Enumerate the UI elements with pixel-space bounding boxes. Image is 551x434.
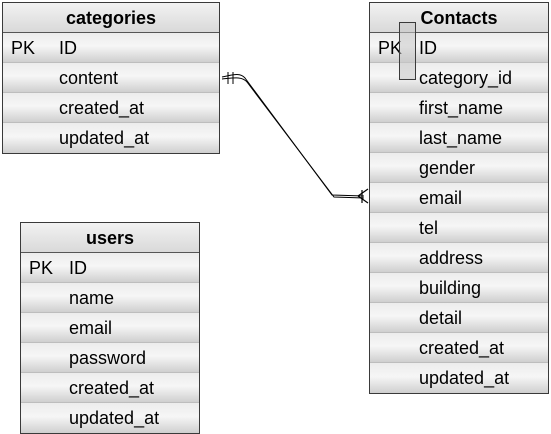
primary-key-label: PK [11, 38, 36, 58]
field-name: updated_at [69, 408, 160, 428]
table-row[interactable]: building [370, 273, 548, 303]
table-row[interactable]: address [370, 243, 548, 273]
field-name: name [69, 288, 115, 308]
field-name: ID [59, 38, 77, 58]
field-name: ID [69, 258, 87, 278]
table-row[interactable]: name [21, 283, 199, 313]
field-name: created_at [59, 98, 145, 118]
table-row[interactable]: tel [370, 213, 548, 243]
table-row[interactable]: email [370, 183, 548, 213]
table-title: Contacts [370, 3, 548, 33]
table-row[interactable]: PK ID [370, 33, 548, 63]
table-row[interactable]: created_at [3, 93, 219, 123]
field-name: created_at [69, 378, 155, 398]
field-name: ID [419, 38, 437, 58]
primary-key-label: PK [29, 258, 54, 278]
field-name: last_name [419, 128, 503, 148]
field-name: updated_at [59, 128, 150, 148]
field-name: first_name [419, 98, 504, 118]
field-name: created_at [419, 338, 505, 358]
field-name: email [69, 318, 113, 338]
selection-handle[interactable] [399, 22, 416, 80]
table-row[interactable]: detail [370, 303, 548, 333]
table-row[interactable]: first_name [370, 93, 548, 123]
table-row[interactable]: PK ID [3, 33, 219, 63]
table-title: users [21, 223, 199, 253]
table-row[interactable]: updated_at [21, 403, 199, 433]
table-row[interactable]: updated_at [3, 123, 219, 153]
crows-foot-icon [357, 188, 369, 204]
table-row[interactable]: gender [370, 153, 548, 183]
field-name: password [69, 348, 147, 368]
field-name: category_id [419, 68, 513, 88]
table-row[interactable]: last_name [370, 123, 548, 153]
field-name: email [419, 188, 463, 208]
table-title: categories [3, 3, 219, 33]
field-name: updated_at [419, 368, 510, 388]
table-row[interactable]: PK ID [21, 253, 199, 283]
field-name: detail [419, 308, 463, 328]
table-row[interactable]: created_at [370, 333, 548, 363]
field-name: address [419, 248, 484, 268]
field-name: tel [419, 218, 439, 238]
field-name: building [419, 278, 482, 298]
table-row[interactable]: category_id [370, 63, 548, 93]
table-row[interactable]: password [21, 343, 199, 373]
table-row[interactable]: email [21, 313, 199, 343]
table-row[interactable]: content [3, 63, 219, 93]
categories-table[interactable]: categories PK ID content created_at upda… [2, 2, 220, 154]
field-name: gender [419, 158, 476, 178]
table-row[interactable]: updated_at [370, 363, 548, 393]
contacts-table[interactable]: Contacts PK ID category_id first_name la… [369, 2, 549, 394]
table-row[interactable]: created_at [21, 373, 199, 403]
users-table[interactable]: users PK ID name email password created_… [20, 222, 200, 434]
relationship-line [221, 72, 365, 199]
field-name: content [59, 68, 119, 88]
